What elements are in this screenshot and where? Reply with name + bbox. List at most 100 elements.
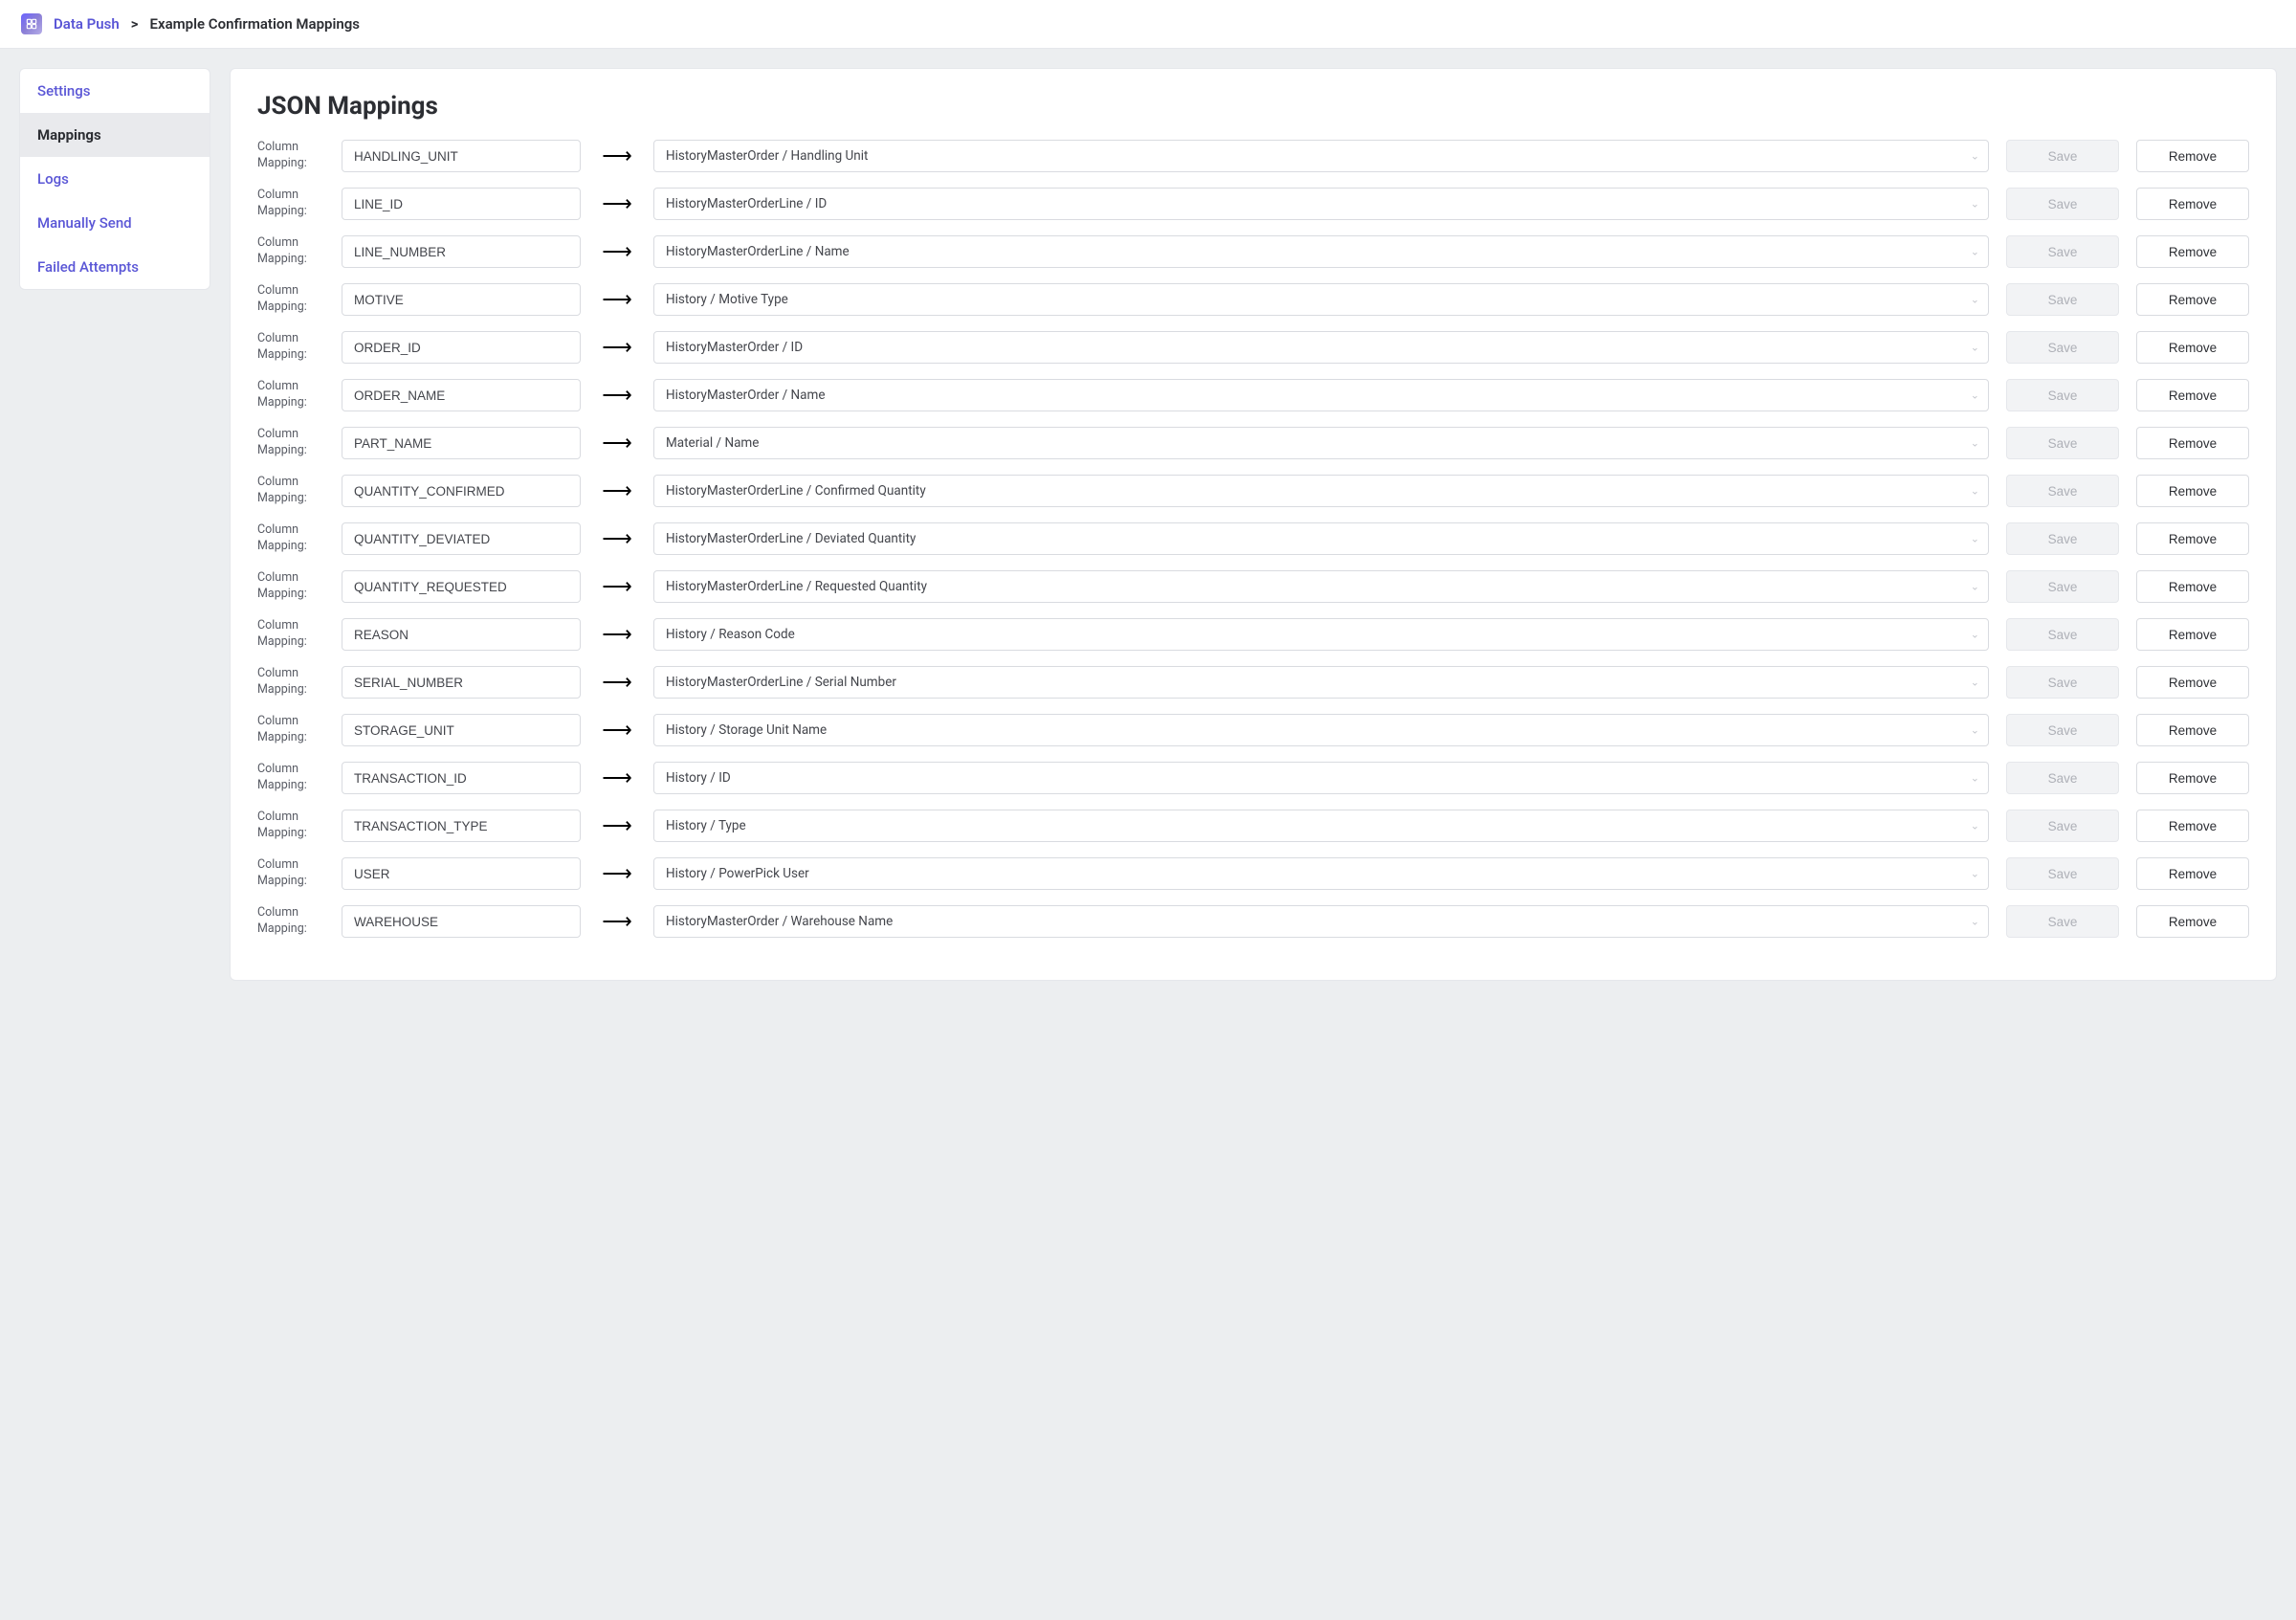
sidebar-item-logs[interactable]: Logs <box>20 157 210 201</box>
target-select[interactable]: History / Reason Code <box>653 618 1989 651</box>
target-select[interactable]: History / Motive Type <box>653 283 1989 316</box>
arrow-right-icon: ⟶ <box>598 862 636 886</box>
remove-button[interactable]: Remove <box>2136 570 2249 603</box>
remove-button[interactable]: Remove <box>2136 140 2249 172</box>
remove-button[interactable]: Remove <box>2136 666 2249 699</box>
remove-button[interactable]: Remove <box>2136 235 2249 268</box>
target-select[interactable]: HistoryMasterOrder / Name <box>653 379 1989 411</box>
target-select[interactable]: Material / Name <box>653 427 1989 459</box>
row-label: Column Mapping: <box>257 522 324 555</box>
row-label: Column Mapping: <box>257 188 324 220</box>
column-input[interactable] <box>342 283 581 316</box>
column-input[interactable] <box>342 140 581 172</box>
sidebar-item-mappings[interactable]: Mappings <box>20 113 210 157</box>
sidebar-item-failed-attempts[interactable]: Failed Attempts <box>20 245 210 289</box>
save-button[interactable]: Save <box>2006 235 2119 268</box>
save-button[interactable]: Save <box>2006 714 2119 746</box>
target-select[interactable]: HistoryMasterOrderLine / Serial Number <box>653 666 1989 699</box>
remove-button[interactable]: Remove <box>2136 522 2249 555</box>
save-button[interactable]: Save <box>2006 283 2119 316</box>
app-icon <box>21 13 42 34</box>
target-select[interactable]: HistoryMasterOrderLine / Name <box>653 235 1989 268</box>
target-select[interactable]: HistoryMasterOrder / Warehouse Name <box>653 905 1989 938</box>
save-button[interactable]: Save <box>2006 188 2119 220</box>
column-input[interactable] <box>342 475 581 507</box>
target-select[interactable]: HistoryMasterOrder / Handling Unit <box>653 140 1989 172</box>
column-input[interactable] <box>342 235 581 268</box>
main-panel: JSON Mappings Column Mapping:⟶HistoryMas… <box>230 68 2277 981</box>
save-button[interactable]: Save <box>2006 427 2119 459</box>
remove-button[interactable]: Remove <box>2136 331 2249 364</box>
remove-button[interactable]: Remove <box>2136 475 2249 507</box>
remove-button[interactable]: Remove <box>2136 379 2249 411</box>
column-input[interactable] <box>342 714 581 746</box>
remove-button[interactable]: Remove <box>2136 618 2249 651</box>
sidebar-item-manually-send[interactable]: Manually Send <box>20 201 210 245</box>
sidebar-item-settings[interactable]: Settings <box>20 69 210 113</box>
target-select-wrap: HistoryMasterOrderLine / ID⌄ <box>653 188 1989 220</box>
save-button[interactable]: Save <box>2006 905 2119 938</box>
target-select[interactable]: History / ID <box>653 762 1989 794</box>
arrow-right-icon: ⟶ <box>598 384 636 408</box>
remove-button[interactable]: Remove <box>2136 283 2249 316</box>
save-button[interactable]: Save <box>2006 762 2119 794</box>
column-input[interactable] <box>342 762 581 794</box>
column-input[interactable] <box>342 857 581 890</box>
column-input[interactable] <box>342 331 581 364</box>
target-select[interactable]: History / Storage Unit Name <box>653 714 1989 746</box>
target-select[interactable]: HistoryMasterOrder / ID <box>653 331 1989 364</box>
row-label: Column Mapping: <box>257 331 324 364</box>
target-select[interactable]: History / Type <box>653 810 1989 842</box>
remove-button[interactable]: Remove <box>2136 810 2249 842</box>
target-select-wrap: HistoryMasterOrder / Handling Unit⌄ <box>653 140 1989 172</box>
save-button[interactable]: Save <box>2006 857 2119 890</box>
layout: SettingsMappingsLogsManually SendFailed … <box>0 49 2296 1000</box>
remove-button[interactable]: Remove <box>2136 427 2249 459</box>
mapping-row: Column Mapping:⟶HistoryMasterOrder / Nam… <box>257 379 2249 411</box>
column-input[interactable] <box>342 905 581 938</box>
mapping-row: Column Mapping:⟶HistoryMasterOrder / Han… <box>257 140 2249 172</box>
sidebar: SettingsMappingsLogsManually SendFailed … <box>19 68 210 290</box>
target-select[interactable]: HistoryMasterOrderLine / Confirmed Quant… <box>653 475 1989 507</box>
arrow-right-icon: ⟶ <box>598 336 636 360</box>
save-button[interactable]: Save <box>2006 522 2119 555</box>
target-select[interactable]: HistoryMasterOrderLine / Requested Quant… <box>653 570 1989 603</box>
column-input[interactable] <box>342 188 581 220</box>
column-input[interactable] <box>342 618 581 651</box>
mapping-row: Column Mapping:⟶History / ID⌄SaveRemove <box>257 762 2249 794</box>
column-input[interactable] <box>342 522 581 555</box>
column-input[interactable] <box>342 666 581 699</box>
row-label: Column Mapping: <box>257 714 324 746</box>
save-button[interactable]: Save <box>2006 666 2119 699</box>
target-select[interactable]: HistoryMasterOrderLine / Deviated Quanti… <box>653 522 1989 555</box>
column-input[interactable] <box>342 379 581 411</box>
mapping-row: Column Mapping:⟶HistoryMasterOrderLine /… <box>257 235 2249 268</box>
remove-button[interactable]: Remove <box>2136 905 2249 938</box>
arrow-right-icon: ⟶ <box>598 575 636 599</box>
column-input[interactable] <box>342 570 581 603</box>
remove-button[interactable]: Remove <box>2136 762 2249 794</box>
save-button[interactable]: Save <box>2006 618 2119 651</box>
row-label: Column Mapping: <box>257 570 324 603</box>
save-button[interactable]: Save <box>2006 810 2119 842</box>
remove-button[interactable]: Remove <box>2136 188 2249 220</box>
mapping-row: Column Mapping:⟶HistoryMasterOrderLine /… <box>257 522 2249 555</box>
arrow-right-icon: ⟶ <box>598 814 636 838</box>
save-button[interactable]: Save <box>2006 140 2119 172</box>
target-select[interactable]: History / PowerPick User <box>653 857 1989 890</box>
column-input[interactable] <box>342 427 581 459</box>
target-select[interactable]: HistoryMasterOrderLine / ID <box>653 188 1989 220</box>
mapping-row: Column Mapping:⟶HistoryMasterOrder / ID⌄… <box>257 331 2249 364</box>
column-input[interactable] <box>342 810 581 842</box>
save-button[interactable]: Save <box>2006 379 2119 411</box>
row-label: Column Mapping: <box>257 762 324 794</box>
save-button[interactable]: Save <box>2006 570 2119 603</box>
breadcrumb-root[interactable]: Data Push <box>54 15 120 33</box>
arrow-right-icon: ⟶ <box>598 479 636 503</box>
remove-button[interactable]: Remove <box>2136 714 2249 746</box>
remove-button[interactable]: Remove <box>2136 857 2249 890</box>
save-button[interactable]: Save <box>2006 331 2119 364</box>
mapping-row: Column Mapping:⟶History / Reason Code⌄Sa… <box>257 618 2249 651</box>
row-label: Column Mapping: <box>257 810 324 842</box>
save-button[interactable]: Save <box>2006 475 2119 507</box>
